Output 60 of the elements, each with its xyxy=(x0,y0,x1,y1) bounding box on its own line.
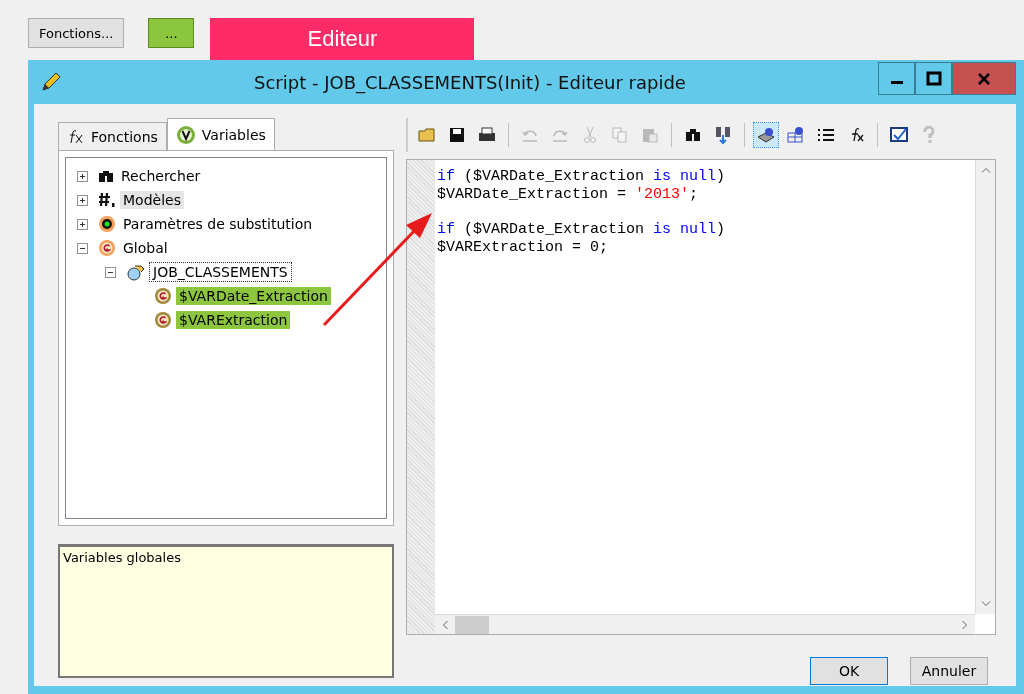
printer-icon xyxy=(478,126,496,144)
maximize-button[interactable] xyxy=(915,62,952,95)
chevron-down-icon xyxy=(980,601,991,607)
tree-item[interactable]: JOB_CLASSEMENTS xyxy=(150,263,291,281)
chevron-left-icon xyxy=(442,619,448,630)
binoculars-icon xyxy=(684,126,702,144)
tab[interactable]: Variables xyxy=(166,118,275,150)
function-icon xyxy=(67,128,85,145)
g-circle-icon xyxy=(154,287,172,305)
hash-icon xyxy=(98,192,116,208)
g-circle-icon xyxy=(154,311,172,329)
pencil-icon xyxy=(40,71,62,93)
binoculars-arrow-icon xyxy=(714,126,732,144)
minimize-icon xyxy=(890,81,903,84)
list-icon xyxy=(817,126,835,144)
code-line: $VARExtraction = 0; xyxy=(437,239,610,257)
checkbox-icon xyxy=(890,126,908,144)
close-button[interactable] xyxy=(952,62,1016,95)
window-title: Script - JOB_CLASSEMENTS(Init) - Editeur rapide xyxy=(253,71,687,93)
description-text: Variables globales xyxy=(58,544,394,678)
dialog-button[interactable]: Annuler xyxy=(910,657,988,685)
v-circle-icon xyxy=(175,124,196,145)
tree-item[interactable]: Rechercher xyxy=(118,167,204,185)
paste-icon xyxy=(641,126,659,144)
expand-toggle[interactable] xyxy=(76,242,88,254)
toolbar-button[interactable]: Fonctions... xyxy=(28,18,125,48)
g-circle-icon xyxy=(98,239,116,257)
scrollbar-thumb[interactable] xyxy=(455,615,489,634)
job-icon xyxy=(126,263,146,281)
tree-item[interactable]: Paramètres de substitution xyxy=(120,215,316,233)
copy-icon xyxy=(611,126,629,144)
horizontal-scrollbar[interactable] xyxy=(435,614,975,634)
expand-toggle[interactable] xyxy=(76,170,88,182)
tab[interactable]: Fonctions xyxy=(58,122,167,150)
code-line: if ($VARDate_Extraction is null) xyxy=(437,168,727,186)
tree-item[interactable]: Global xyxy=(120,239,171,257)
dialog-button[interactable]: OK xyxy=(810,657,888,685)
expand-toggle[interactable] xyxy=(76,218,88,230)
network-icon xyxy=(787,126,805,144)
tree-item[interactable]: $VARExtraction xyxy=(176,311,291,329)
maximize-icon xyxy=(925,70,942,87)
chevron-right-icon xyxy=(962,619,968,630)
code-line: $VARDate_Extraction = '2013'; xyxy=(437,186,700,204)
code-editor[interactable]: if ($VARDate_Extraction is null) $VARDate_Extraction = '2013'; if ($VARDate_Extraction is null) $VARExtraction = 0; xyxy=(406,159,996,635)
close-icon xyxy=(976,70,992,87)
minimize-button[interactable] xyxy=(878,62,915,95)
binoculars-icon xyxy=(98,168,114,184)
chevron-up-icon xyxy=(980,167,991,173)
save-icon xyxy=(448,126,466,144)
vertical-scrollbar[interactable] xyxy=(975,160,995,614)
toolbar-button[interactable]: ... xyxy=(148,18,195,48)
tree-item[interactable]: Modèles xyxy=(120,191,184,209)
code-line: if ($VARDate_Extraction is null) xyxy=(437,221,727,239)
tree-item[interactable]: $VARDate_Extraction xyxy=(176,287,331,305)
scissors-icon xyxy=(581,126,599,144)
folder-icon xyxy=(418,126,436,144)
expand-toggle[interactable] xyxy=(104,266,116,278)
expand-toggle[interactable] xyxy=(76,194,88,206)
annotation-banner: Editeur xyxy=(210,18,475,60)
target-icon xyxy=(98,215,116,233)
